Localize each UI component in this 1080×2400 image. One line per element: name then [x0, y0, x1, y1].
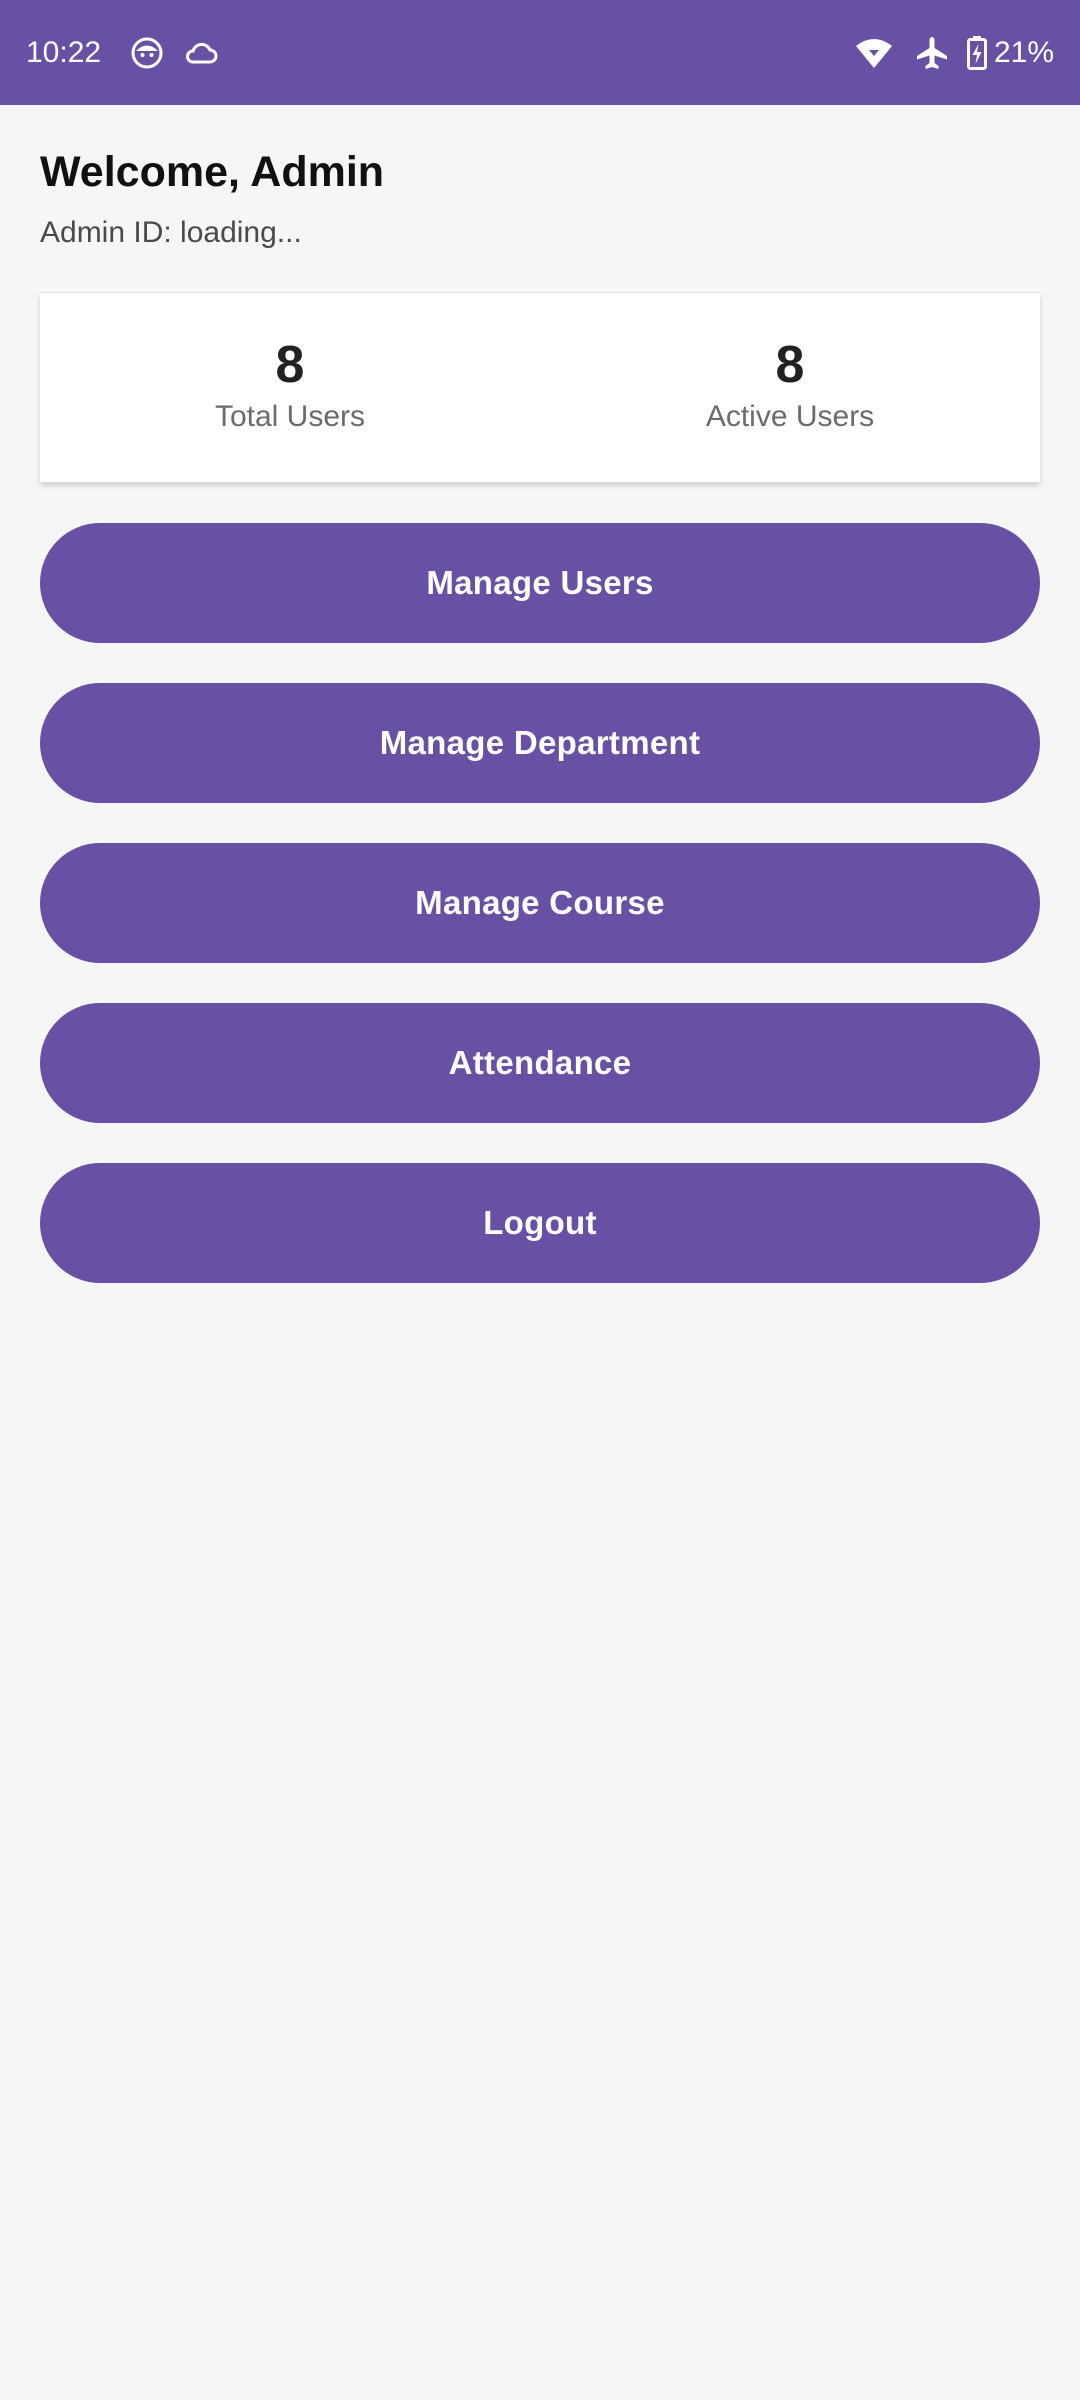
cloud-icon [181, 33, 221, 73]
status-bar: 10:22 21% [0, 0, 1080, 105]
total-users-value: 8 [275, 335, 305, 394]
admin-id-text: Admin ID: loading... [40, 216, 302, 249]
status-right-group: 21% [838, 31, 1054, 75]
total-users-stat: 8 Total Users [40, 293, 540, 482]
page-title: Welcome, Admin [40, 148, 385, 196]
total-users-label: Total Users [214, 400, 366, 434]
battery-charging-icon [964, 31, 990, 75]
manage-course-button[interactable]: Manage Course [40, 843, 1040, 963]
manage-users-button[interactable]: Manage Users [40, 523, 1040, 643]
active-users-stat: 8 Active Users [540, 293, 1040, 482]
attendance-button[interactable]: Attendance [40, 1003, 1040, 1123]
face-notification-icon [127, 33, 167, 73]
active-users-value: 8 [775, 335, 805, 394]
stats-card: 8 Total Users 8 Active Users [40, 292, 1040, 482]
active-users-label: Active Users [705, 400, 875, 434]
status-time: 10:22 [26, 35, 102, 69]
wifi-icon [852, 31, 896, 75]
logout-button[interactable]: Logout [40, 1163, 1040, 1283]
manage-department-button[interactable]: Manage Department [40, 683, 1040, 803]
battery-percentage: 21% [993, 35, 1054, 69]
airplane-mode-icon [910, 31, 954, 75]
